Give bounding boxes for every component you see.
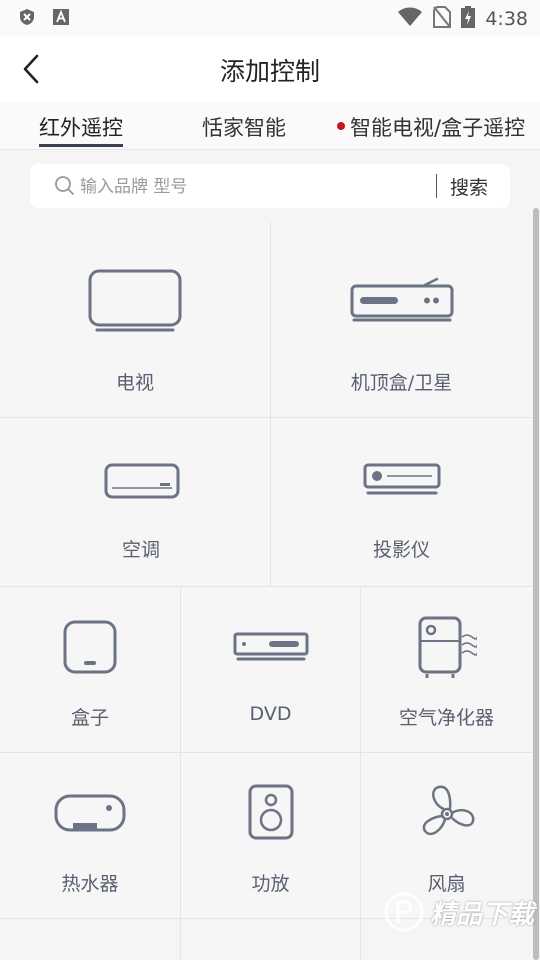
device-label: 机顶盒/卫星 — [350, 372, 453, 394]
no-sim-icon — [433, 6, 452, 32]
watermark-text: 精品下载 — [430, 899, 535, 930]
wifi-icon — [397, 7, 423, 31]
device-tile-tv[interactable]: 电视 — [0, 222, 270, 417]
search-divider — [436, 174, 437, 198]
font-a-icon — [52, 8, 70, 26]
battery-charging-icon — [461, 6, 476, 32]
search-bar: 搜索 — [30, 164, 510, 208]
status-bar: 4:38 — [0, 0, 540, 36]
device-tile-dvd[interactable]: DVD — [181, 587, 360, 752]
page-title: 添加控制 — [219, 57, 320, 86]
shield-x-icon — [18, 8, 36, 26]
watermark-logo: 精品下载 — [384, 892, 534, 932]
device-label: DVD — [249, 703, 292, 725]
device-label: 电视 — [115, 372, 154, 394]
air-purifier-icon — [418, 616, 477, 678]
device-label: 空气净化器 — [398, 707, 494, 729]
device-tile-set-top-box[interactable]: 机顶盒/卫星 — [271, 222, 532, 417]
fan-icon — [422, 785, 474, 836]
air-conditioner-icon — [104, 463, 180, 499]
device-label: 投影仪 — [372, 539, 430, 561]
notification-dot — [337, 122, 345, 130]
search-icon — [55, 176, 74, 195]
tv-icon — [88, 269, 182, 332]
device-label: 热水器 — [61, 873, 119, 895]
app-header: 添加控制 — [0, 36, 540, 103]
dvd-player-icon — [233, 632, 308, 661]
tab-tianjia-smart[interactable]: 恬家智能 — [202, 112, 286, 142]
projector-icon — [363, 463, 440, 495]
device-label: 功放 — [251, 873, 290, 895]
grid-divider — [0, 752, 532, 753]
tab-bar: 红外遥控 恬家智能 智能电视/盒子遥控 — [0, 102, 540, 150]
device-tile-projector[interactable]: 投影仪 — [271, 418, 532, 586]
clock: 4:38 — [485, 8, 528, 30]
device-label: 盒子 — [70, 707, 109, 729]
grid-divider — [360, 586, 361, 960]
search-input[interactable] — [78, 173, 452, 201]
search-button[interactable]: 搜索 — [450, 173, 488, 200]
grid-divider — [270, 222, 271, 586]
device-tile-air-purifier[interactable]: 空气净化器 — [361, 587, 532, 752]
grid-divider — [180, 586, 181, 960]
device-label: 空调 — [121, 539, 160, 561]
water-heater-icon — [54, 794, 126, 832]
tab-infrared-remote[interactable]: 红外遥控 — [39, 112, 123, 142]
grid-divider — [0, 417, 532, 418]
set-top-box-icon — [350, 277, 453, 322]
device-tile-media-box[interactable]: 盒子 — [0, 587, 180, 752]
media-box-icon — [63, 620, 117, 674]
device-tile-water-heater[interactable]: 热水器 — [0, 753, 180, 918]
device-tile-amplifier[interactable]: 功放 — [181, 753, 360, 918]
watermark-p-icon — [384, 892, 424, 932]
grid-divider — [0, 586, 532, 587]
scrollbar[interactable] — [533, 208, 539, 960]
speaker-icon — [248, 784, 293, 840]
active-tab-indicator — [39, 144, 123, 147]
device-tile-air-conditioner[interactable]: 空调 — [0, 418, 270, 586]
tab-smart-tv-box-remote[interactable]: 智能电视/盒子遥控 — [350, 112, 525, 142]
